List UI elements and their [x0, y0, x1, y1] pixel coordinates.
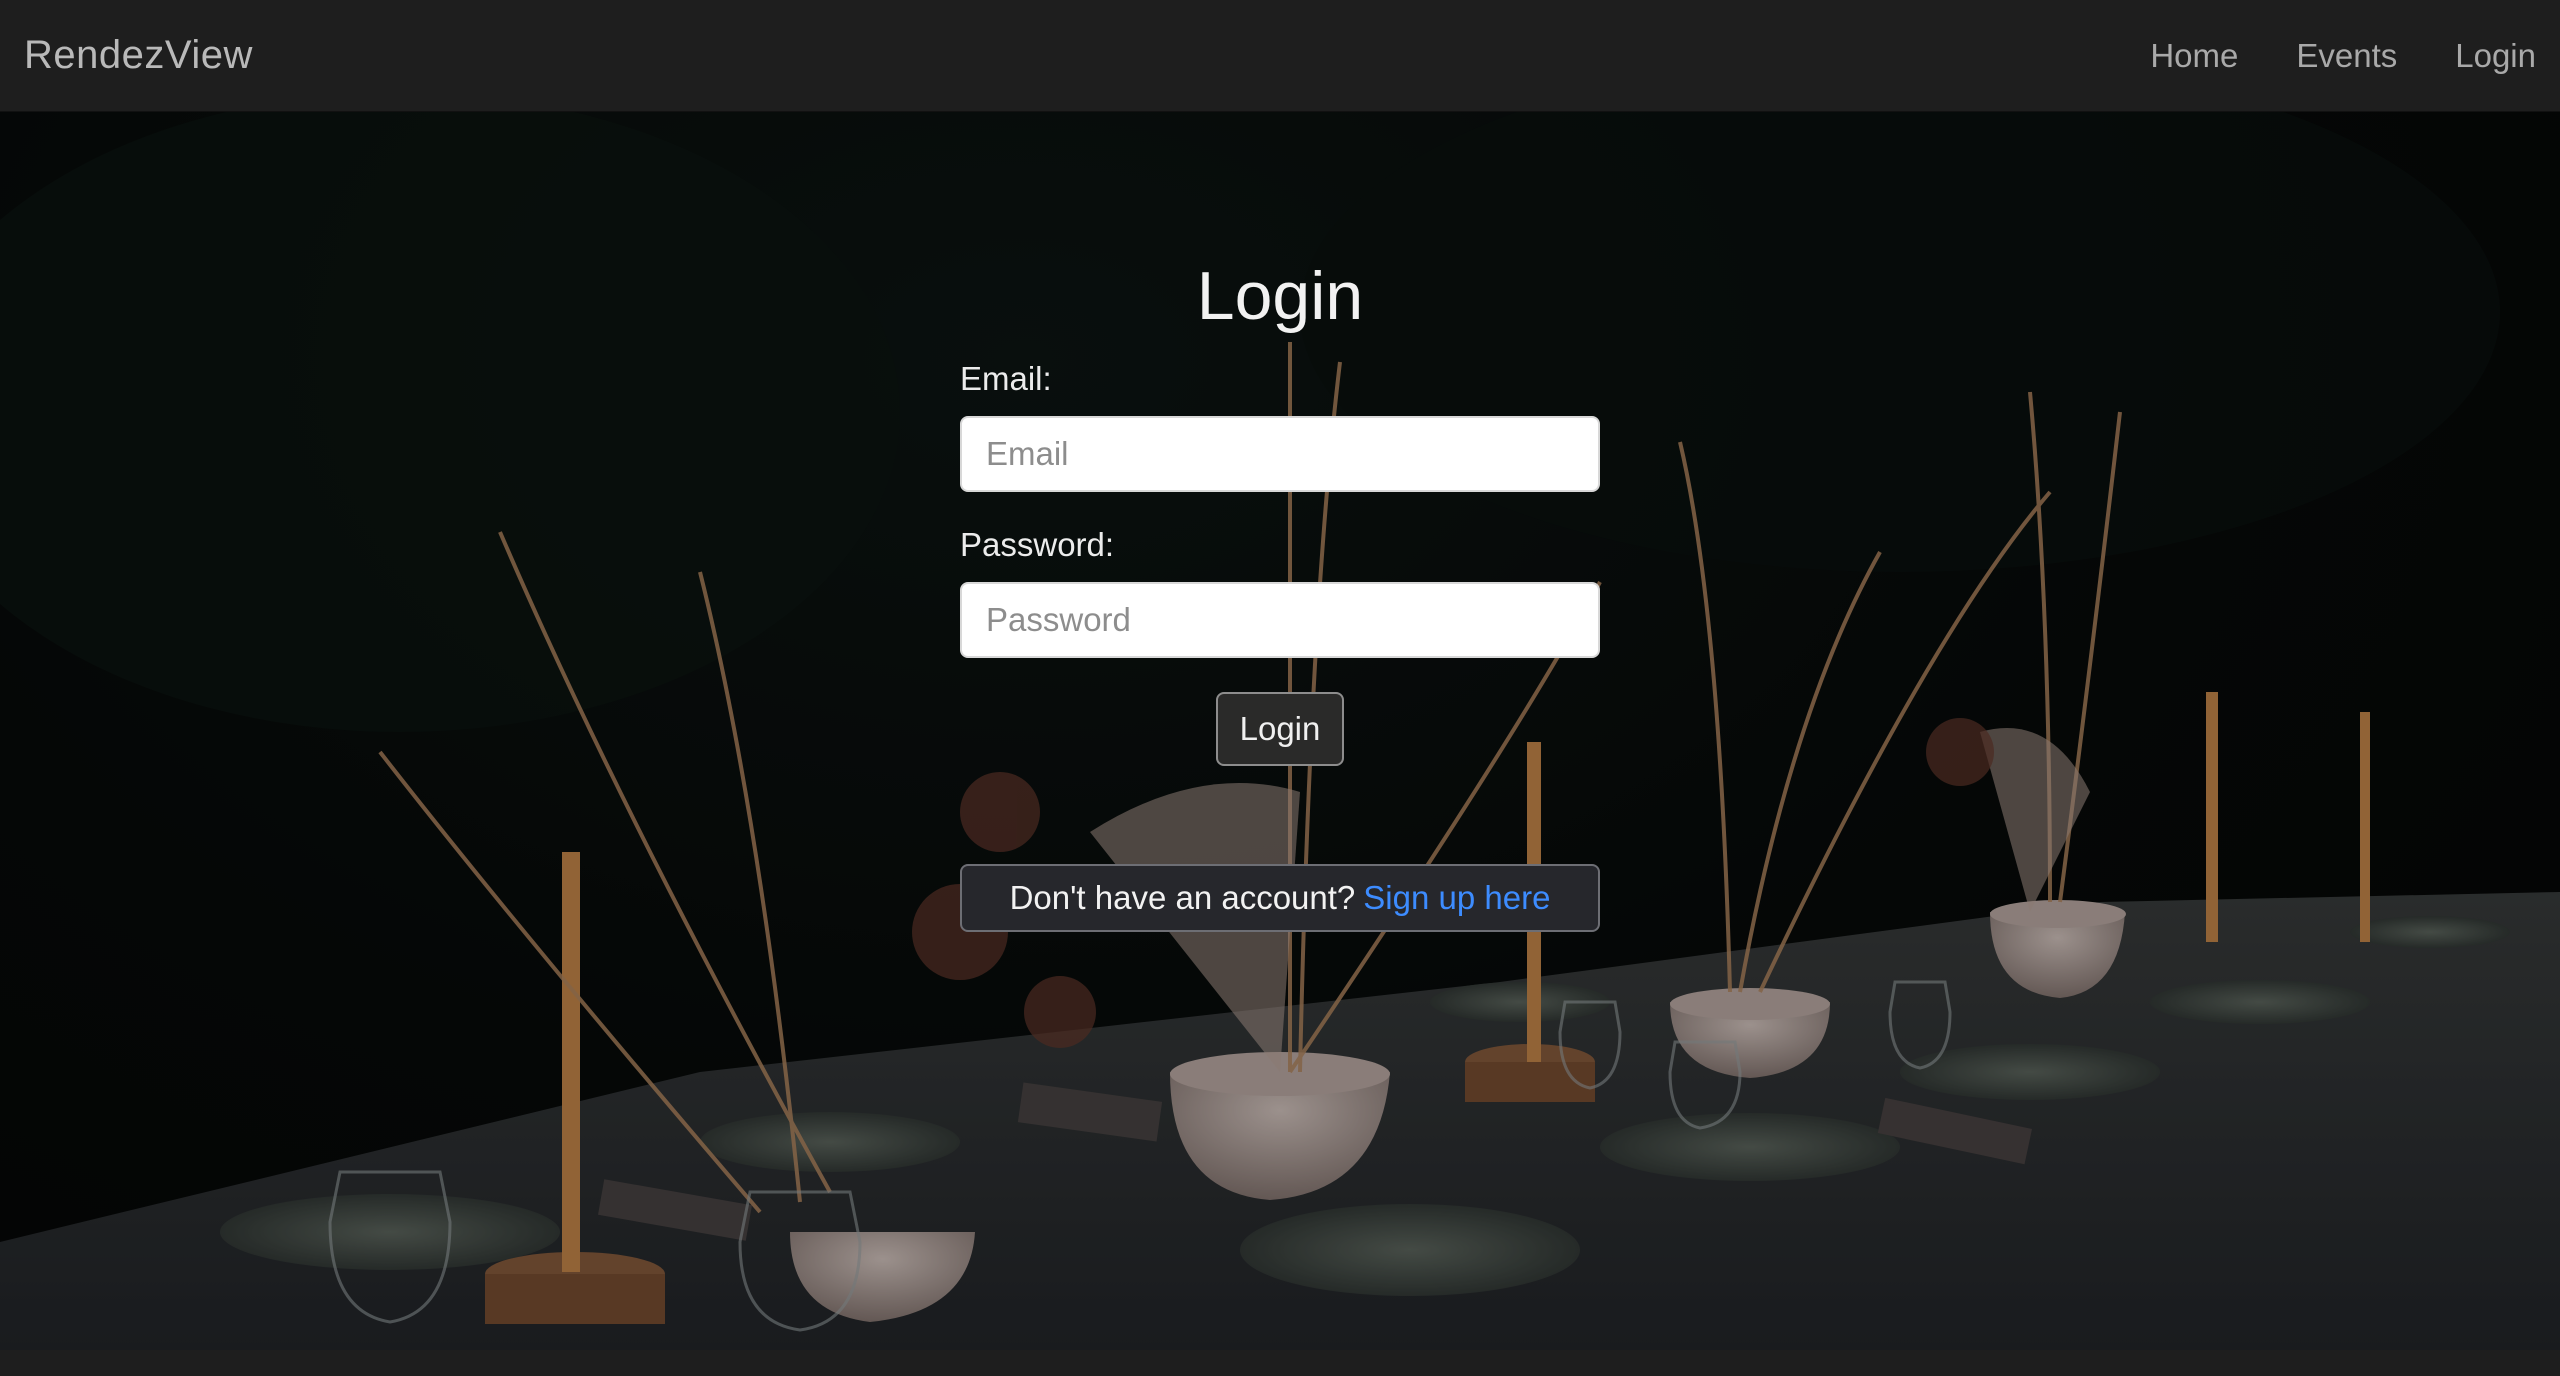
email-label: Email:: [960, 360, 1052, 397]
email-field[interactable]: [960, 416, 1600, 492]
signup-link[interactable]: Sign up here: [1363, 879, 1550, 917]
nav-link-home[interactable]: Home: [2150, 37, 2238, 75]
signup-prompt-box: Don't have an account? Sign up here: [960, 864, 1600, 932]
nav-links: Home Events Login: [2150, 37, 2536, 75]
hero-background: Login Email: Password: Login Don't have …: [0, 112, 2560, 1350]
brand-logo[interactable]: RendezView: [24, 33, 253, 78]
login-form: Login Email: Password: Login Don't have …: [960, 262, 1600, 932]
page-title: Login: [1196, 258, 1364, 334]
top-navbar: RendezView Home Events Login: [0, 0, 2560, 112]
signup-prompt-text: Don't have an account?: [1009, 879, 1356, 916]
password-label: Password:: [960, 526, 1115, 563]
nav-link-login[interactable]: Login: [2455, 37, 2536, 75]
nav-link-events[interactable]: Events: [2296, 37, 2397, 75]
bottom-bar: [0, 1350, 2560, 1376]
password-field[interactable]: [960, 582, 1600, 658]
login-button[interactable]: Login: [1216, 692, 1344, 766]
